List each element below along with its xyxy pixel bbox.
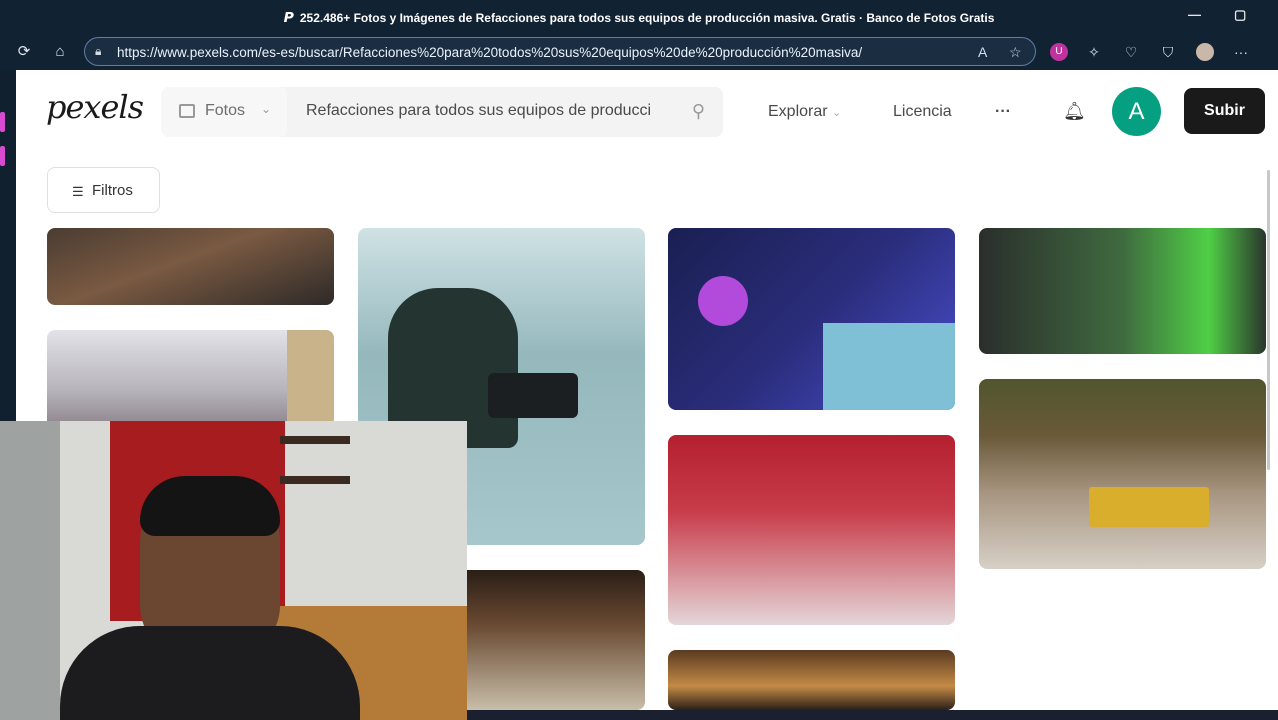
license-link[interactable]: Licencia <box>893 103 952 121</box>
lock-icon: 🔒︎ <box>95 44 102 58</box>
browser-essentials-icon[interactable]: ⛉ <box>1159 43 1177 61</box>
search-type-label: Fotos <box>205 102 246 119</box>
search-bar[interactable]: Fotos ⌄ Refacciones para todos sus equip… <box>161 87 723 137</box>
sidebar-tab-marker[interactable] <box>0 112 5 132</box>
webcam-shelf <box>280 436 350 444</box>
profile-avatar[interactable] <box>1196 43 1214 61</box>
explore-menu[interactable]: Explorar ⌄ <box>768 103 841 121</box>
sidebar-tab-marker[interactable] <box>0 146 5 166</box>
browser-title-bar: 𝙋 252.486+ Fotos y Imágenes de Refaccione… <box>0 0 1278 33</box>
window-title: 𝙋 252.486+ Fotos y Imágenes de Refaccione… <box>0 9 1278 26</box>
reload-icon[interactable]: ⟳ <box>14 42 34 62</box>
extensions-icon[interactable]: ✧ <box>1085 43 1103 61</box>
photo-red-incense[interactable] <box>668 435 955 625</box>
pexels-logo[interactable]: pexels <box>46 88 144 126</box>
photo-workshop-bench[interactable] <box>47 228 334 305</box>
taskbar <box>467 710 1278 720</box>
webcam-wall <box>0 421 60 720</box>
photo-factory-worker[interactable] <box>47 330 334 430</box>
more-icon[interactable]: ··· <box>1232 43 1250 61</box>
webcam-overlay <box>0 421 467 720</box>
home-icon[interactable]: ⌂ <box>50 42 70 62</box>
page-scrollbar[interactable] <box>1267 170 1270 470</box>
pexels-favicon-icon: 𝙋 <box>283 9 294 25</box>
browser-toolbar: ⟳ ⌂ 🔒︎ https://www.pexels.com/es-es/busc… <box>0 33 1278 70</box>
minimize-button[interactable]: — <box>1188 7 1201 22</box>
photo-workers-table[interactable] <box>668 650 955 710</box>
chevron-down-icon: ⌄ <box>832 107 842 119</box>
image-icon <box>179 104 195 118</box>
upload-button[interactable]: Subir <box>1184 88 1265 134</box>
search-input[interactable]: Refacciones para todos sus equipos de pr… <box>306 102 651 120</box>
restore-button[interactable]: ▢ <box>1234 7 1246 23</box>
photo-camera-shape <box>488 373 578 418</box>
photo-detail <box>287 330 334 430</box>
bell-icon[interactable]: 🔔︎ <box>1063 101 1086 122</box>
chevron-down-icon: ⌄ <box>261 102 272 116</box>
photo-detail <box>698 276 748 326</box>
webcam-person-hair <box>140 476 280 536</box>
photo-quarry-machine[interactable] <box>979 379 1266 569</box>
photo-studio-console[interactable] <box>668 228 955 410</box>
url-text[interactable]: https://www.pexels.com/es-es/buscar/Refa… <box>117 45 862 60</box>
address-bar[interactable]: 🔒︎ https://www.pexels.com/es-es/buscar/R… <box>84 37 1036 66</box>
read-aloud-icon[interactable]: A <box>978 44 987 60</box>
webcam-shelf <box>280 476 350 484</box>
filter-icon: ☰ <box>72 184 84 199</box>
filters-label: Filtros <box>92 182 133 199</box>
window-title-text: 252.486+ Fotos y Imágenes de Refacciones… <box>299 11 995 25</box>
photo-detail <box>1089 487 1209 527</box>
user-avatar[interactable]: A <box>1112 87 1161 136</box>
heart-pulse-icon[interactable]: ♡ <box>1122 43 1140 61</box>
search-icon[interactable]: ⚲ <box>692 101 705 122</box>
more-menu-button[interactable]: ··· <box>995 103 1011 121</box>
photo-tv-studio[interactable] <box>979 228 1266 354</box>
favorite-icon[interactable]: ☆ <box>1009 44 1022 61</box>
photo-detail <box>823 323 955 410</box>
filters-button[interactable]: ☰ Filtros <box>47 167 160 213</box>
shield-ext-icon[interactable]: U <box>1050 43 1068 61</box>
webcam-person-shirt <box>60 626 360 720</box>
explore-label: Explorar <box>768 103 828 120</box>
search-type-dropdown[interactable]: Fotos ⌄ <box>161 87 287 137</box>
